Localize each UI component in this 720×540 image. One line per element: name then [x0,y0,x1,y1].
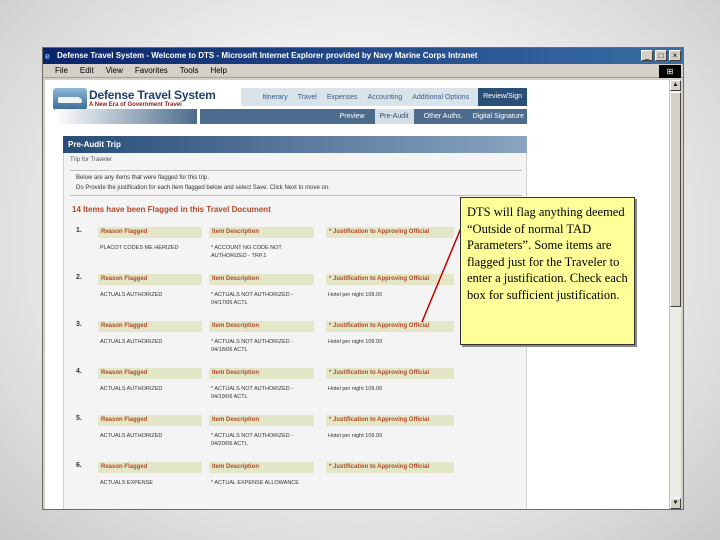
description-cell-line2: AUTHORIZED - TRP.1 [211,253,267,259]
description-cell-line1: * ACTUALS NOT AUTHORIZED - [211,386,294,392]
flagged-item: 2. Reason Flagged Item Description * Jus… [64,274,528,320]
justification-input[interactable]: Hotel per night 109.00 [328,338,382,346]
reason-cell: ACTUALS AUTHORIZED [100,386,163,392]
description-cell-line1: * ACTUALS NOT AUTHORIZED - [211,433,294,439]
tab-additional-options[interactable]: Additional Options [411,94,470,101]
menu-tools[interactable]: Tools [180,64,199,77]
scroll-down-icon[interactable]: ▼ [670,498,681,509]
dts-header: Defense Travel System A New Era of Gover… [45,80,669,128]
window-title: Defense Travel System - Welcome to DTS -… [57,51,478,60]
dts-subtitle: A New Era of Government Travel [89,102,182,108]
justification-input[interactable]: Hotel per night 109.00 [328,432,382,440]
reason-header: Reason Flagged [98,415,202,426]
tab-pre-audit[interactable]: Pre-Audit [374,109,414,124]
reason-cell: ACTUALS EXPENSE [100,480,153,486]
primary-nav: Itinerary Travel Expenses Accounting Add… [241,88,527,106]
dts-logo-icon [53,88,87,110]
tab-itinerary[interactable]: Itinerary [261,94,288,101]
item-number: 5. [76,415,82,422]
description-header: Item Description [209,462,314,473]
description-cell-line2: 04/18/06 ACTL [211,347,248,353]
scroll-up-icon[interactable]: ▲ [670,80,681,91]
item-number: 1. [76,227,82,234]
tab-review-sign[interactable]: Review/Sign [478,88,527,106]
description-cell-line1: * ACTUALS NOT AUTHORIZED - [211,292,294,298]
tab-preview[interactable]: Preview [340,113,365,120]
scroll-thumb[interactable] [670,92,681,307]
tab-digital-signature[interactable]: Digital Signature [473,113,524,120]
info-box: Below are any items that were flagged fo… [70,170,522,196]
nav-divider [55,109,197,124]
secondary-nav: Preview Pre-Audit Other Auths. Digital S… [200,109,527,124]
flagged-item: 6. Reason Flagged Item Description * Jus… [64,462,528,508]
reason-cell: ACTUALS AUTHORIZED [100,433,163,439]
tab-expenses[interactable]: Expenses [326,94,359,101]
description-cell-line2: 04/20/06 ACTL [211,441,248,447]
justification-header: * Justification to Approving Official [326,462,454,473]
justification-header: * Justification to Approving Official [326,368,454,379]
info-line-2: Do Provide the justification for each it… [76,185,330,191]
item-number: 2. [76,274,82,281]
description-cell-line2: 04/17/06 ACTL [211,300,248,306]
close-button[interactable]: × [669,50,681,61]
tab-accounting[interactable]: Accounting [367,94,404,101]
menu-favorites[interactable]: Favorites [135,64,168,77]
reason-header: Reason Flagged [98,462,202,473]
description-header: Item Description [209,321,314,332]
pre-audit-panel: Trip for Traveler Below are any items th… [63,153,527,509]
description-header: Item Description [209,227,314,238]
dts-title: Defense Travel System [89,88,216,102]
maximize-button[interactable]: □ [655,50,667,61]
flagged-item: 4. Reason Flagged Item Description * Jus… [64,368,528,414]
menu-view[interactable]: View [106,64,123,77]
reason-header: Reason Flagged [98,227,202,238]
item-number: 3. [76,321,82,328]
reason-header: Reason Flagged [98,368,202,379]
item-number: 6. [76,462,82,469]
windows-logo-icon: ⊞ [659,65,681,78]
panel-title: Pre-Audit Trip [63,136,527,153]
justification-header: * Justification to Approving Official [326,321,454,332]
minimize-button[interactable]: _ [641,50,653,61]
reason-header: Reason Flagged [98,321,202,332]
tab-travel[interactable]: Travel [297,94,318,101]
description-cell-line1: * ACCOUNT NG CODE NOT [211,245,282,251]
reason-cell: ACTUALS AUTHORIZED [100,339,163,345]
title-bar: e Defense Travel System - Welcome to DTS… [43,48,683,64]
reason-cell: ACTUALS AUTHORIZED [100,292,163,298]
menu-help[interactable]: Help [210,64,226,77]
flagged-item: 5. Reason Flagged Item Description * Jus… [64,415,528,461]
flagged-item: 1. Reason Flagged Item Description * Jus… [64,227,528,273]
ie-icon: e [45,51,51,61]
description-header: Item Description [209,415,314,426]
description-header: Item Description [209,274,314,285]
reason-header: Reason Flagged [98,274,202,285]
justification-header: * Justification to Approving Official [326,274,454,285]
flagged-item: 3. Reason Flagged Item Description * Jus… [64,321,528,367]
justification-input[interactable]: Hotel per night 109.00 [328,385,382,393]
description-cell-line1: * ACTUALS NOT AUTHORIZED - [211,339,294,345]
item-number: 4. [76,368,82,375]
trip-line: Trip for Traveler [70,157,113,163]
justification-input[interactable]: Hotel per night 109.00 [328,291,382,299]
description-header: Item Description [209,368,314,379]
justification-header: * Justification to Approving Official [326,415,454,426]
justification-header: * Justification to Approving Official [326,227,454,238]
menu-bar: File Edit View Favorites Tools Help [43,64,683,78]
info-line-1: Below are any items that were flagged fo… [76,175,210,181]
description-cell-line1: * ACTUAL EXPENSE ALLOWANCE [211,480,299,486]
callout-note: DTS will flag anything deemed “Outside o… [460,197,635,345]
reason-cell: PLACOT CODES ME HERIZED [100,245,179,251]
tab-other-auths[interactable]: Other Auths. [424,113,463,120]
menu-edit[interactable]: Edit [80,64,94,77]
description-cell-line2: 04/19/06 ACTL [211,394,248,400]
window-controls: _ □ × [641,50,681,61]
vertical-scrollbar[interactable]: ▲ ▼ [669,80,681,509]
flag-count-title: 14 Items have been Flagged in this Trave… [72,205,271,214]
menu-file[interactable]: File [55,64,68,77]
